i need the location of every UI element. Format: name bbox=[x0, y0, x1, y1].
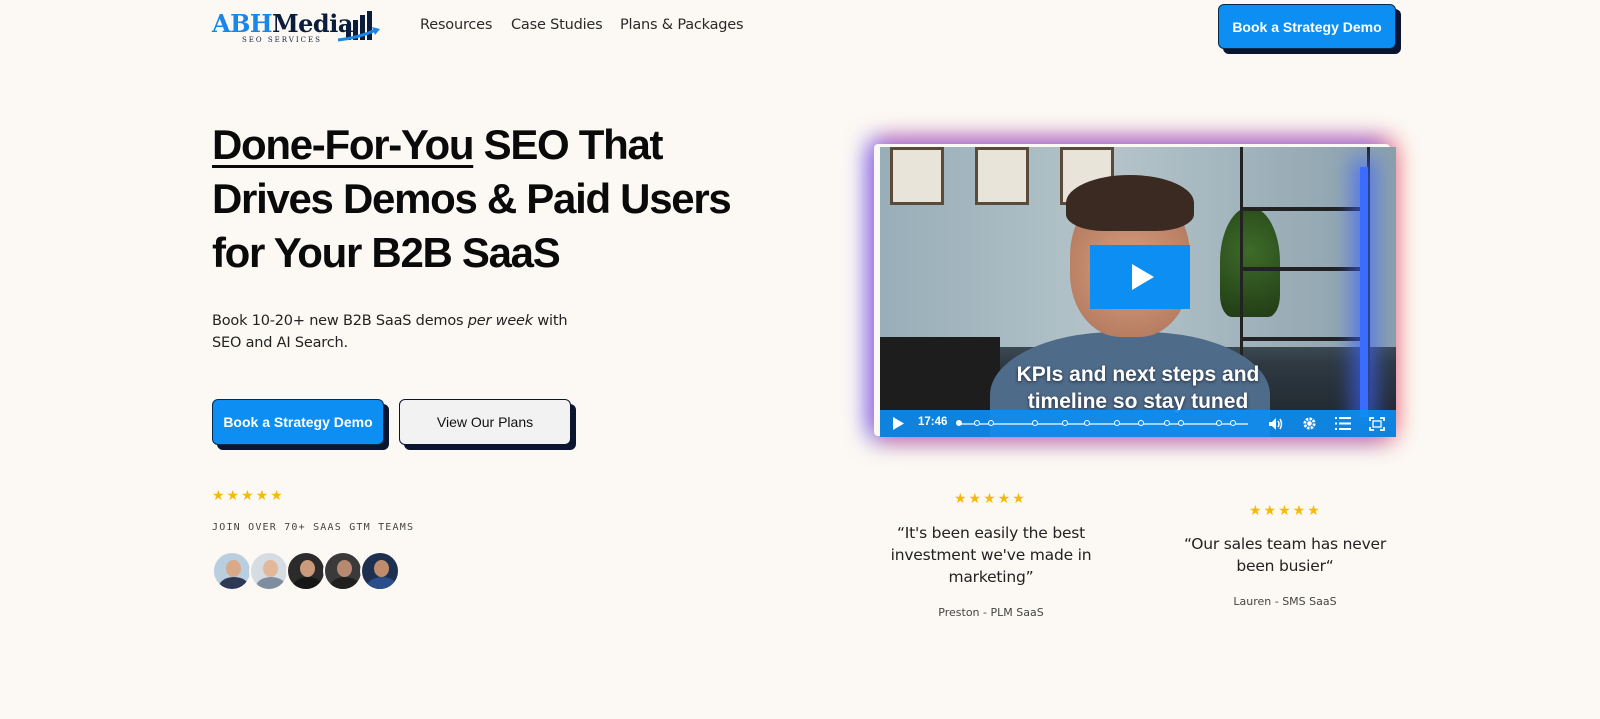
brand-name: ABHMedia bbox=[212, 9, 353, 38]
social-proof-text: JOIN OVER 70+ SAAS GTM TEAMS bbox=[212, 522, 415, 533]
headline-rest: SEO That bbox=[473, 121, 664, 168]
brand-logo[interactable]: ABHMedia SEO SERVICES bbox=[212, 10, 382, 46]
play-overlay-button[interactable] bbox=[1090, 245, 1190, 309]
chapters-icon[interactable] bbox=[1331, 410, 1355, 437]
video-controls: 17:46 bbox=[880, 410, 1396, 437]
presenter-hair bbox=[1066, 175, 1194, 231]
view-plans-button[interactable]: View Our Plans bbox=[399, 399, 571, 445]
testimonial-author: Preston - PLM SaaS bbox=[938, 606, 1044, 619]
settings-icon[interactable] bbox=[1297, 410, 1321, 437]
wall-frame bbox=[975, 147, 1029, 205]
testimonial-stars: ★★★★★ bbox=[1249, 503, 1322, 519]
play-icon[interactable] bbox=[886, 410, 910, 437]
video-player[interactable]: KPIs and next steps and timeline so stay… bbox=[880, 147, 1396, 437]
headline-underlined: Done-For-You bbox=[212, 121, 475, 168]
avatar bbox=[212, 551, 252, 591]
nav-book-demo-button[interactable]: Book a Strategy Demo bbox=[1218, 4, 1396, 49]
avatar bbox=[323, 551, 363, 591]
play-icon bbox=[1132, 264, 1154, 290]
video-progress-track[interactable] bbox=[956, 420, 1248, 426]
testimonial-quote: “It's been easily the best investment we… bbox=[890, 524, 1092, 586]
hero-rating-stars: ★★★★★ bbox=[212, 488, 285, 504]
fullscreen-icon[interactable] bbox=[1365, 410, 1389, 437]
hero-book-demo-button[interactable]: Book a Strategy Demo bbox=[212, 399, 384, 445]
growth-chart-icon bbox=[337, 11, 380, 42]
wall-frame bbox=[890, 147, 944, 205]
nav-link-plans-packages[interactable]: Plans & Packages bbox=[620, 17, 744, 33]
testimonial-stars: ★★★★★ bbox=[954, 491, 1027, 507]
customer-avatars bbox=[212, 551, 400, 593]
hero-headline: Done-For-You SEO That Drives Demos & Pai… bbox=[212, 118, 772, 280]
headline-line3: for Your B2B SaaS bbox=[212, 229, 561, 276]
brand-tagline: SEO SERVICES bbox=[242, 36, 322, 44]
video-caption-line1: KPIs and next steps and bbox=[1016, 363, 1260, 386]
nav-link-case-studies[interactable]: Case Studies bbox=[511, 17, 603, 33]
testimonial-author: Lauren - SMS SaaS bbox=[1233, 595, 1337, 608]
volume-icon[interactable] bbox=[1264, 410, 1288, 437]
avatar bbox=[360, 551, 400, 591]
avatar bbox=[286, 551, 326, 591]
testimonial-quote: “Our sales team has never been busier“ bbox=[1183, 535, 1387, 575]
video-time: 17:46 bbox=[918, 416, 948, 428]
nav-link-resources[interactable]: Resources bbox=[420, 17, 492, 33]
headline-line2: Drives Demos & Paid Users bbox=[212, 175, 732, 222]
avatar bbox=[249, 551, 289, 591]
hero-subhead: Book 10-20+ new B2B SaaS demos per week … bbox=[212, 313, 568, 351]
